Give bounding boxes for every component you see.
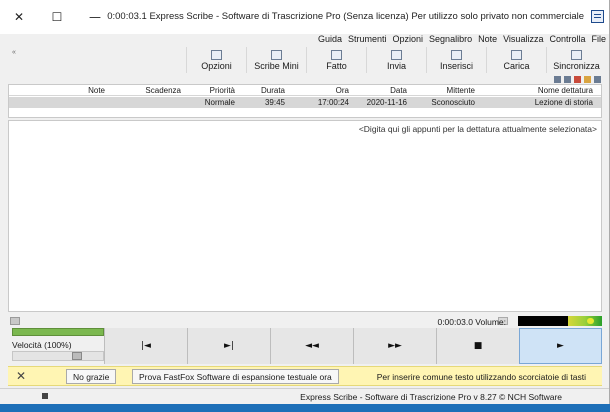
skip-end-button[interactable]: ►| (187, 328, 270, 364)
inserisci-button[interactable]: Inserisci (426, 47, 486, 73)
column-header[interactable]: Data (390, 86, 407, 95)
menu-item-segnalibro[interactable]: Segnalibro (429, 34, 472, 47)
table-cell: Sconosciuto (431, 98, 475, 107)
volume-bar[interactable] (12, 328, 104, 336)
insert-icon (451, 50, 462, 60)
sync-label: Sincronizza (553, 61, 600, 71)
toolbar: Sincronizza Carica Inserisci Invia Fatto Scri… (0, 47, 609, 73)
dictation-table: Nome dettatura Mittente Data Ora Durata Prior… (8, 84, 602, 118)
speed-label: Velocità (100%) (12, 340, 72, 350)
position-slider-start[interactable] (10, 317, 20, 325)
status-icon (42, 393, 48, 399)
speed-slider-knob[interactable] (72, 352, 82, 360)
invia-button[interactable]: Invia (366, 47, 426, 73)
send-icon (391, 50, 402, 60)
table-header: Nome dettatura Mittente Data Ora Durata Prior… (9, 85, 601, 96)
view-filter-icon[interactable] (594, 75, 601, 83)
menu-item-note[interactable]: Note (478, 34, 497, 47)
view-flag-icon[interactable] (574, 75, 581, 83)
volume-level-fill (568, 316, 602, 326)
carica-button[interactable]: Carica (486, 47, 546, 73)
menu-item-guida[interactable]: Guida (318, 34, 342, 47)
maximize-window-button[interactable]: ☐ (38, 0, 76, 34)
skip-start-button[interactable]: |◄ (104, 328, 187, 364)
mini-label: Scribe Mini (254, 61, 299, 71)
sincronizza-button[interactable]: Sincronizza (546, 47, 606, 73)
insert-label: Inserisci (439, 61, 473, 71)
column-header[interactable]: Ora (336, 86, 349, 95)
volume-peak-marker (587, 318, 594, 324)
menu-bar: File Controlla Visualizza Note Segnalibro Opz… (0, 34, 609, 47)
column-header[interactable]: Mittente (447, 86, 475, 95)
column-header[interactable]: Scadenza (145, 86, 181, 95)
app-window: ✕ ☐ — 0:00:03.1 Express Scribe - Softwar… (0, 0, 610, 404)
stop-button[interactable]: ■ (436, 328, 519, 364)
notice-message: Per inserire comune testo utilizzando sc… (376, 372, 586, 382)
menu-item-controlla[interactable]: Controlla (549, 34, 585, 47)
fast-forward-button[interactable]: ►► (353, 328, 436, 364)
column-header[interactable]: Nome dettatura (538, 86, 593, 95)
no-thanks-button[interactable]: No grazie (66, 369, 117, 384)
scribe-mini-button[interactable]: Scribe Mini (246, 47, 306, 73)
upload-label: Carica (503, 61, 530, 71)
notice-close-icon[interactable]: ✕ (16, 369, 26, 383)
notes-area[interactable]: <Digita qui gli appunti per la dettatura… (8, 120, 602, 312)
sync-icon (571, 50, 582, 60)
view-list-icon[interactable] (554, 75, 561, 83)
table-cell: 17:00:24 (317, 98, 349, 107)
status-text: Express Scribe - Software di Trascrizion… (300, 392, 562, 402)
opzioni-button[interactable]: Opzioni (186, 47, 246, 73)
notes-placeholder: <Digita qui gli appunti per la dettatura… (358, 124, 597, 134)
time-volume-readout: 0:00:03.0 Volume: (437, 317, 506, 327)
mini-icon (271, 50, 282, 60)
window-title: 0:00:03.1 Express Scribe - Software di T… (107, 11, 584, 22)
done-label: Fatto (326, 61, 347, 71)
view-folder-icon[interactable] (584, 75, 591, 83)
play-button[interactable]: ► (519, 328, 602, 364)
table-cell: Normale (204, 98, 235, 107)
speed-slider[interactable] (12, 351, 104, 361)
status-bar: Express Scribe - Software di Trascrizion… (0, 388, 609, 404)
column-header[interactable]: Durata (261, 86, 285, 95)
app-logo-icon (591, 10, 604, 23)
options-icon (211, 50, 222, 60)
menu-item-file[interactable]: File (591, 34, 606, 47)
try-fastfox-button[interactable]: Prova FastFox Software di espansione tes… (132, 369, 339, 384)
table-row[interactable]: Lezione di storia Sconosciuto 2020-11-16 17… (9, 97, 601, 108)
send-label: Invia (386, 61, 406, 71)
menu-item-visualizza[interactable]: Visualizza (503, 34, 543, 47)
table-cell: 39:45 (264, 98, 285, 107)
menu-item-opzioni[interactable]: Opzioni (393, 34, 424, 47)
transport-controls: ► ■ ►► ◄◄ ►| |◄ (104, 328, 602, 364)
upload-icon (511, 50, 522, 60)
menu-item-strumenti[interactable]: Strumenti (348, 34, 387, 47)
table-cell: Lezione di storia (534, 98, 593, 107)
view-details-icon[interactable] (564, 75, 571, 83)
column-header[interactable]: Note (88, 86, 105, 95)
desktop-taskbar (0, 404, 610, 412)
column-header[interactable]: Priorità (210, 86, 235, 95)
notice-bar: ✕ No grazie Prova FastFox Software di es… (8, 366, 602, 386)
volume-level-meter[interactable] (518, 316, 602, 326)
rewind-button[interactable]: ◄◄ (270, 328, 353, 364)
done-icon (331, 50, 342, 60)
options-label: Opzioni (201, 61, 232, 71)
position-slider[interactable] (10, 316, 510, 326)
title-bar: ✕ ☐ — 0:00:03.1 Express Scribe - Softwar… (0, 0, 609, 34)
close-window-button[interactable]: ✕ (0, 0, 38, 34)
fatto-button[interactable]: Fatto (306, 47, 366, 73)
table-cell: 2020-11-16 (366, 98, 407, 107)
speed-panel: Velocità (100%) (8, 326, 104, 364)
